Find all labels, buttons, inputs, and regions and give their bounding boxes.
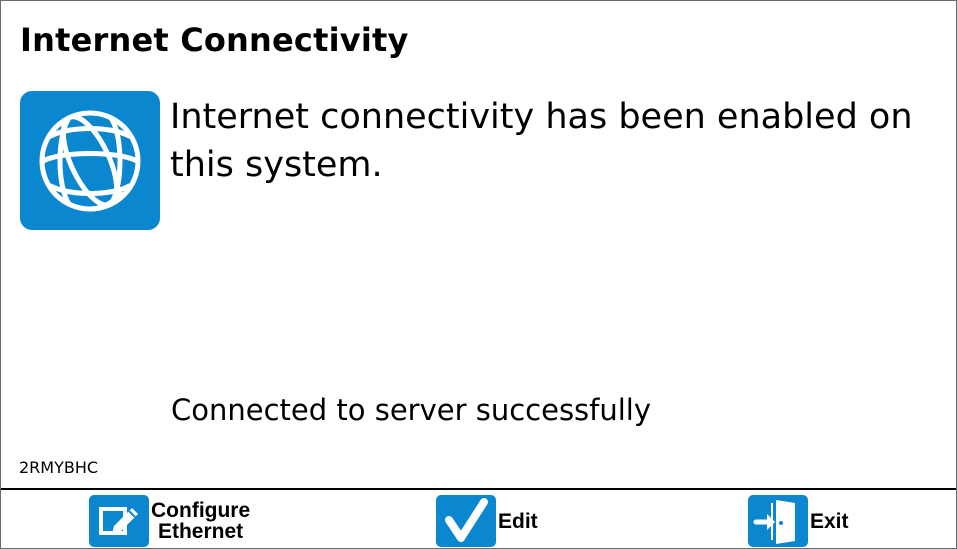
system-serial: 2RMYBHC [19,458,99,477]
exit-button[interactable]: Exit [748,495,849,547]
edit-label: Edit [498,509,538,533]
page-title: Internet Connectivity [20,21,409,59]
configure-ethernet-label: Configure Ethernet [151,499,251,543]
globe-icon [20,91,160,230]
internet-connectivity-screen: Internet Connectivity Internet connectiv… [0,0,957,549]
exit-label: Exit [810,509,849,533]
exit-door-icon [748,495,808,547]
configure-ethernet-button[interactable]: Configure Ethernet [89,495,250,547]
edit-button[interactable]: Edit [436,495,538,547]
softkey-bar: Configure Ethernet Edit Exit [1,488,956,548]
edit-pencil-icon [89,495,149,547]
check-icon [436,495,496,547]
connectivity-message: Internet connectivity has been enabled o… [170,97,913,185]
connection-status: Connected to server successfully [171,393,652,427]
